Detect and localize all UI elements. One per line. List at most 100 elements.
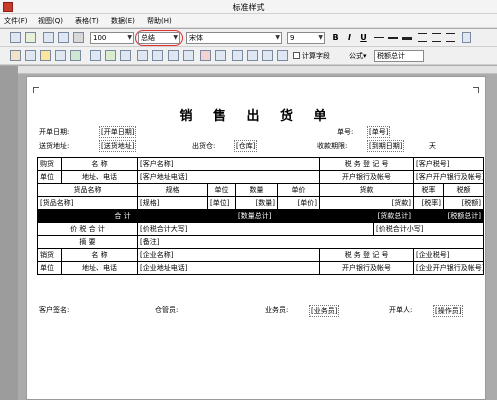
seller-bank-label[interactable]: 开户银行及帐号 — [319, 261, 415, 275]
memo-field[interactable]: [备注] — [136, 235, 485, 249]
band-tool-icon[interactable] — [183, 50, 194, 61]
label-tool-icon[interactable] — [105, 50, 116, 61]
formula-dropdown[interactable]: 公式▾ — [349, 51, 367, 61]
customer-sign-label[interactable]: 客户签名: — [39, 305, 69, 315]
table-tool-icon[interactable] — [137, 50, 148, 61]
seller-name-field[interactable]: [企业名称] — [136, 248, 321, 262]
image-tool-icon[interactable] — [70, 50, 81, 61]
calc-field-checkbox[interactable] — [293, 52, 300, 59]
price-tax-total-label[interactable]: 价 税 合 计 — [37, 222, 138, 236]
column-header[interactable]: 货品名称 — [37, 183, 138, 197]
delete-tool-icon[interactable] — [200, 50, 211, 61]
print-icon[interactable] — [73, 32, 84, 43]
term-label[interactable]: 收款期限: — [317, 141, 347, 151]
buyer-tax-field[interactable]: [客户税号] — [413, 157, 485, 171]
thin-line-icon[interactable] — [374, 37, 384, 38]
ship-address-field[interactable]: [送货地址] — [99, 140, 137, 152]
item-field[interactable]: [单价] — [276, 196, 321, 210]
font-size-select[interactable]: 9 ▼ — [287, 32, 325, 44]
buyer-label[interactable]: 购货 — [37, 157, 62, 171]
menu-file[interactable]: 文件(F) — [4, 16, 28, 26]
memo-label[interactable]: 摘 要 — [37, 235, 138, 249]
column-header[interactable]: 数量 — [235, 183, 278, 197]
seller-address-field[interactable]: [企业地址电话] — [136, 261, 321, 275]
bold-button[interactable]: B — [330, 32, 341, 44]
arrange-tool-icon[interactable] — [262, 50, 273, 61]
menu-view[interactable]: 视图(Q) — [38, 16, 63, 26]
salesman-label[interactable]: 业务员: — [265, 305, 288, 315]
save-icon[interactable] — [10, 32, 21, 43]
font-select[interactable]: 宋体 ▼ — [186, 32, 282, 44]
buyer-name-field[interactable]: [客户名称] — [136, 157, 321, 171]
seller-address-label[interactable]: 地址、电话 — [61, 261, 138, 275]
align-right-icon[interactable] — [446, 33, 455, 42]
seller-label[interactable]: 销货 — [37, 248, 62, 262]
grid-icon[interactable] — [462, 32, 471, 43]
term-field[interactable]: [到期日期] — [367, 140, 405, 152]
total-tax-field[interactable]: [税额总计] — [413, 209, 485, 223]
header-tool-icon[interactable] — [152, 50, 163, 61]
row-tool-icon[interactable] — [168, 50, 179, 61]
order-no-field[interactable]: [单号] — [367, 126, 391, 138]
preview-icon[interactable] — [58, 32, 69, 43]
line-tool-icon[interactable] — [40, 50, 51, 61]
item-field[interactable]: [单位] — [207, 196, 236, 210]
order-no-label[interactable]: 单号: — [337, 127, 353, 137]
align-center-icon[interactable] — [432, 33, 441, 42]
warehouse-field[interactable]: [仓库] — [234, 140, 258, 152]
total-amount-field[interactable]: [货款总计] — [319, 209, 415, 223]
document-title[interactable]: 销 售 出 货 单 — [27, 105, 487, 124]
style-select[interactable]: 总结 ▼ — [138, 32, 180, 44]
menu-data[interactable]: 数据(E) — [111, 16, 135, 26]
buyer-bank-label[interactable]: 开户银行及帐号 — [319, 170, 415, 184]
seller-name-label[interactable]: 名 称 — [61, 248, 138, 262]
term-unit[interactable]: 天 — [429, 141, 436, 151]
merge-tool-icon[interactable] — [215, 50, 226, 61]
column-header[interactable]: 单位 — [207, 183, 236, 197]
open-date-label[interactable]: 开单日期: — [39, 127, 69, 137]
item-field[interactable]: [数量] — [235, 196, 278, 210]
item-field[interactable]: [货款] — [319, 196, 415, 210]
split-tool-icon[interactable] — [232, 50, 243, 61]
buyer-unit-label[interactable]: 单位 — [37, 170, 62, 184]
pointer-icon[interactable] — [10, 50, 21, 61]
price-tax-lower-field[interactable]: [价税合计小写] — [373, 222, 485, 236]
total-label[interactable]: 合 计 — [37, 209, 208, 223]
open-icon[interactable] — [25, 32, 36, 43]
page-setup-icon[interactable] — [43, 32, 54, 43]
buyer-address-field[interactable]: [客户地址电话] — [136, 170, 321, 184]
formula-value-field[interactable]: 税额总计 — [374, 50, 424, 62]
menu-help[interactable]: 帮助(H) — [147, 16, 172, 26]
total-quantity-field[interactable]: [数量总计] — [234, 209, 321, 223]
medium-line-icon[interactable] — [388, 37, 398, 39]
underline-button[interactable]: U — [358, 32, 369, 44]
column-header[interactable]: 税额 — [443, 183, 485, 197]
buyer-bank-field[interactable]: [客户开户银行及帐号] — [413, 170, 485, 184]
item-field[interactable]: [规格] — [137, 196, 208, 210]
thick-line-icon[interactable] — [402, 37, 412, 40]
align-left-icon[interactable] — [418, 33, 427, 42]
buyer-address-label[interactable]: 地址、电话 — [61, 170, 138, 184]
move-tool-icon[interactable] — [247, 50, 258, 61]
ship-address-label[interactable]: 送货地址: — [39, 141, 69, 151]
open-date-field[interactable]: [开单日期] — [99, 126, 137, 138]
keeper-sign-label[interactable]: 仓管员: — [155, 305, 178, 315]
seller-tax-field[interactable]: [企业税号] — [413, 248, 485, 262]
column-header[interactable]: 规格 — [137, 183, 208, 197]
price-tax-upper-field[interactable]: [价税合计大写] — [136, 222, 375, 236]
warehouse-label[interactable]: 出货仓: — [192, 141, 215, 151]
field-tool-icon[interactable] — [90, 50, 101, 61]
maker-label[interactable]: 开单人: — [389, 305, 412, 315]
menu-table[interactable]: 表格(T) — [75, 16, 99, 26]
item-field[interactable]: [货品名称] — [37, 196, 138, 210]
insert-tool-icon[interactable] — [277, 50, 288, 61]
item-field[interactable]: [税率] — [413, 196, 445, 210]
seller-tax-label[interactable]: 税 务 登 记 号 — [319, 248, 415, 262]
seller-bank-field[interactable]: [企业开户银行及帐号] — [413, 261, 485, 275]
salesman-field[interactable]: [业务员] — [309, 305, 340, 317]
italic-button[interactable]: I — [344, 32, 355, 44]
item-field[interactable]: [税额] — [443, 196, 485, 210]
column-header[interactable]: 单价 — [276, 183, 321, 197]
buyer-tax-label[interactable]: 税 务 登 记 号 — [319, 157, 415, 171]
maker-field[interactable]: [操作员] — [433, 305, 464, 317]
